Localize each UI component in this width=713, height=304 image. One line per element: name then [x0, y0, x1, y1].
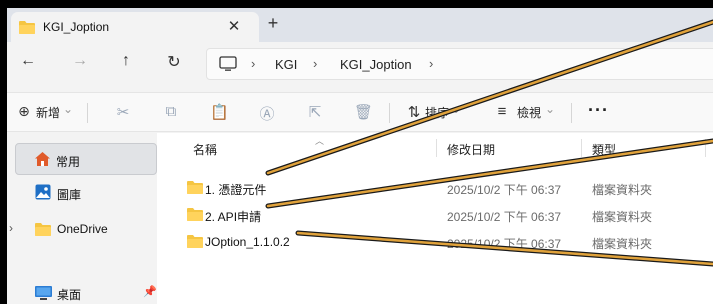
breadcrumb-kgi[interactable]: KGI	[275, 57, 297, 72]
pin-icon[interactable]: 📌	[143, 285, 157, 298]
divider	[389, 103, 390, 123]
tab-kgi-joption[interactable]: KGI_Joption ✕	[11, 12, 259, 42]
file-type: 檔案資料夾	[592, 210, 653, 224]
navigation-pane: 常用 圖庫 › OneDrive 桌面 📌	[7, 133, 157, 304]
tab-strip: KGI_Joption ✕ +	[7, 8, 713, 42]
desktop-icon	[35, 286, 52, 303]
sidebar-item-onedrive[interactable]: › OneDrive	[7, 213, 157, 245]
sidebar-item-label: 常用	[56, 155, 81, 169]
sidebar-item-label: 圖庫	[57, 188, 82, 202]
sort-button[interactable]: 排序	[425, 104, 449, 121]
up-arrow-icon[interactable]: ↑	[115, 52, 137, 70]
file-modified: 2025/10/2 下午 06:37	[447, 210, 562, 224]
divider	[87, 103, 88, 123]
view-icon: ≡	[497, 103, 507, 120]
gallery-icon	[35, 184, 51, 203]
file-type: 檔案資料夾	[592, 237, 653, 251]
computer-icon	[219, 56, 237, 75]
command-bar: ⊕ 新增 ⌄ ✂ ⧉ 📋 Ⓐ ⇱ 🗑 ⇅ 排序 ⌄ ≡ 檢視 ⌄ ···	[7, 92, 713, 132]
address-bar[interactable]: › KGI › KGI_Joption ›	[206, 48, 713, 80]
sidebar-item-label: OneDrive	[57, 222, 108, 236]
sort-ascending-icon: ︿	[315, 136, 325, 146]
column-header-modified[interactable]: 修改日期	[447, 141, 495, 158]
refresh-icon[interactable]: ↻	[163, 52, 185, 72]
breadcrumb-separator-icon: ›	[429, 56, 434, 71]
folder-icon	[187, 180, 203, 197]
delete-icon[interactable]: 🗑	[354, 103, 373, 121]
new-button[interactable]: 新增	[36, 104, 60, 121]
more-options-icon[interactable]: ···	[588, 100, 609, 121]
file-name: 1. 憑證元件	[205, 183, 267, 197]
file-explorer-window: KGI_Joption ✕ + ← → ↑ ↻ › KGI › KGI_Jopt…	[7, 8, 713, 304]
breadcrumb-separator-icon: ›	[251, 56, 256, 71]
chevron-down-icon: ⌄	[545, 102, 556, 116]
column-divider	[581, 139, 582, 157]
breadcrumb-separator-icon: ›	[313, 56, 318, 71]
close-icon[interactable]: ✕	[224, 17, 244, 35]
folder-icon	[19, 20, 35, 37]
table-row[interactable]: 2. API申請 2025/10/2 下午 06:37 檔案資料夾	[179, 203, 713, 227]
file-modified: 2025/10/2 下午 06:37	[447, 183, 562, 197]
chevron-down-icon: ⌄	[451, 102, 462, 116]
sidebar-item-gallery[interactable]: 圖庫	[7, 177, 157, 209]
sidebar-item-label: 桌面	[57, 288, 82, 302]
sidebar-item-desktop[interactable]: 桌面 📌	[7, 277, 157, 304]
column-header-type[interactable]: 類型	[592, 141, 616, 158]
file-type: 檔案資料夾	[592, 183, 653, 197]
tab-title: KGI_Joption	[43, 20, 110, 34]
view-button[interactable]: 檢視	[517, 104, 541, 121]
folder-icon	[187, 234, 203, 251]
forward-arrow-icon[interactable]: →	[69, 52, 91, 70]
table-row[interactable]: 1. 憑證元件 2025/10/2 下午 06:37 檔案資料夾	[179, 176, 713, 200]
home-icon	[34, 151, 51, 170]
column-header-name[interactable]: 名稱	[193, 141, 217, 158]
file-list: ︿ 名稱 修改日期 類型 1. 憑證元件 2025/10/2 下午 06:37 …	[157, 133, 713, 304]
rename-icon[interactable]: Ⓐ	[258, 103, 276, 124]
paste-icon[interactable]: 📋	[210, 103, 229, 121]
file-modified: 2025/10/2 下午 06:37	[447, 237, 562, 251]
back-arrow-icon[interactable]: ←	[17, 52, 39, 70]
breadcrumb-kgi-joption[interactable]: KGI_Joption	[340, 57, 412, 72]
column-divider	[705, 139, 706, 157]
folder-icon	[35, 222, 51, 239]
copy-icon[interactable]: ⧉	[162, 103, 180, 120]
share-icon[interactable]: ⇱	[306, 103, 324, 121]
chevron-right-icon[interactable]: ›	[9, 221, 13, 235]
sort-icon: ⇅	[407, 104, 421, 121]
column-divider	[436, 139, 437, 157]
chevron-down-icon: ⌄	[63, 102, 74, 116]
new-tab-button[interactable]: +	[262, 13, 284, 34]
add-circle-icon: ⊕	[18, 103, 30, 119]
file-name: JOption_1.1.0.2	[205, 235, 290, 249]
sidebar-item-home[interactable]: 常用	[15, 143, 157, 175]
file-name: 2. API申請	[205, 210, 262, 224]
cut-icon[interactable]: ✂	[114, 103, 132, 121]
navigation-bar: ← → ↑ ↻ › KGI › KGI_Joption ›	[7, 42, 713, 86]
table-row[interactable]: JOption_1.1.0.2 2025/10/2 下午 06:37 檔案資料夾	[179, 230, 713, 254]
folder-icon	[187, 207, 203, 224]
divider	[571, 103, 572, 123]
